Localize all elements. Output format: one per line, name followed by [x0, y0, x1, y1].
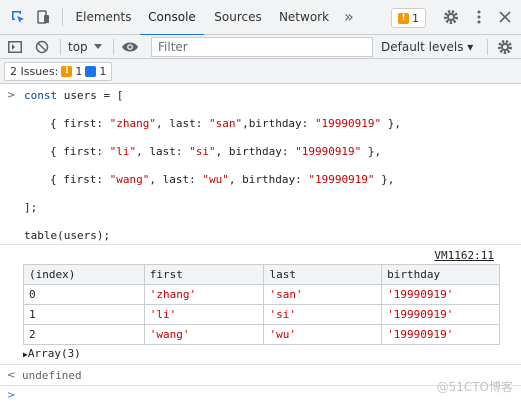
warning-count: 1 — [75, 65, 83, 78]
code-line: { first: "li", last: "si", birthday: "19… — [50, 145, 382, 158]
column-header[interactable]: last — [263, 264, 383, 285]
more-tabs-chevron[interactable]: » — [344, 0, 354, 35]
table-cell: 1 — [23, 304, 145, 325]
log-levels-dropdown[interactable]: Default levels ▾ — [381, 35, 473, 59]
context-label: top — [68, 40, 88, 54]
info-message-icon — [85, 66, 97, 77]
code-line: table(users); — [24, 229, 111, 242]
table-cell: 'zhang' — [143, 284, 265, 305]
toolbar-divider — [60, 39, 61, 55]
inspect-element-icon[interactable] — [8, 7, 28, 27]
table-cell: 'li' — [143, 304, 265, 325]
table-cell: '19990919' — [381, 304, 500, 325]
close-devtools-icon[interactable] — [495, 7, 515, 27]
table-row: 1 'li' 'si' '19990919' — [23, 304, 500, 325]
warning-icon: ! — [61, 66, 73, 77]
issues-counter-badge[interactable]: ! 1 — [391, 8, 426, 28]
tab-elements[interactable]: Elements — [72, 0, 135, 35]
issues-button[interactable]: 2 Issues: ! 1 1 — [4, 62, 113, 81]
console-prompt-icon[interactable]: > — [7, 390, 15, 401]
dropdown-arrow-icon — [93, 44, 102, 49]
table-header-row: (index) first last birthday — [23, 264, 500, 285]
table-cell: 'si' — [263, 304, 383, 325]
clear-console-icon[interactable] — [32, 35, 52, 59]
tab-console[interactable]: Console — [140, 0, 204, 36]
tab-sources[interactable]: Sources — [210, 0, 266, 35]
settings-gear-icon[interactable] — [441, 7, 461, 27]
result-value: undefined — [22, 369, 82, 382]
filter-input[interactable] — [151, 37, 373, 57]
column-header[interactable]: birthday — [381, 264, 500, 285]
code-line: ]; — [24, 201, 38, 214]
code-line: const users = [ — [24, 89, 124, 102]
table-cell: '19990919' — [381, 284, 500, 305]
message-divider — [0, 244, 521, 245]
toolbar-divider — [487, 39, 488, 55]
message-divider — [0, 364, 521, 365]
console-output[interactable]: > const users = [ { first: "zhang", last… — [0, 84, 521, 406]
warning-icon: ! — [398, 12, 409, 24]
tab-network[interactable]: Network — [276, 0, 332, 35]
table-row: 2 'wang' 'wu' '19990919' — [23, 324, 500, 345]
result-arrow-icon: < — [7, 370, 16, 381]
column-header[interactable]: (index) — [23, 264, 145, 285]
device-toolbar-icon[interactable] — [33, 7, 53, 27]
toolbar-divider — [113, 39, 114, 55]
array-expander[interactable]: ▶Array(3) — [23, 346, 81, 362]
console-table: (index) first last birthday 0 'zhang' 's… — [23, 264, 500, 345]
code-line: { first: "wang", last: "wu", birthday: "… — [50, 173, 395, 186]
live-expression-eye-icon[interactable] — [119, 35, 141, 59]
table-cell: '19990919' — [381, 324, 500, 345]
info-count: 1 — [99, 65, 107, 78]
console-settings-gear-icon[interactable] — [495, 35, 515, 59]
tab-divider — [62, 8, 63, 26]
table-cell: 'san' — [263, 284, 383, 305]
column-header[interactable]: first — [143, 264, 265, 285]
watermark: @51CTO博客 — [436, 380, 513, 394]
sidebar-toggle-icon[interactable] — [5, 35, 25, 59]
table-cell: 0 — [23, 284, 145, 305]
table-row: 0 'zhang' 'san' '19990919' — [23, 284, 500, 305]
issues-bar: 2 Issues: ! 1 1 — [0, 59, 521, 84]
table-cell: 'wu' — [263, 324, 383, 345]
more-options-icon[interactable] — [469, 7, 489, 27]
table-cell: 2 — [23, 324, 145, 345]
console-toolbar: top Default levels ▾ — [0, 35, 521, 59]
source-location-link[interactable]: VM1162:11 — [434, 249, 494, 262]
devtools-tabbar: Elements Console Sources Network » ! 1 — [0, 0, 521, 36]
code-line: { first: "zhang", last: "san",birthday: … — [50, 117, 402, 130]
issues-label: 2 Issues: — [10, 65, 59, 78]
context-selector[interactable]: top — [68, 35, 108, 59]
table-cell: 'wang' — [143, 324, 265, 345]
issues-count: 1 — [412, 11, 419, 25]
input-chevron-icon: > — [7, 90, 16, 101]
